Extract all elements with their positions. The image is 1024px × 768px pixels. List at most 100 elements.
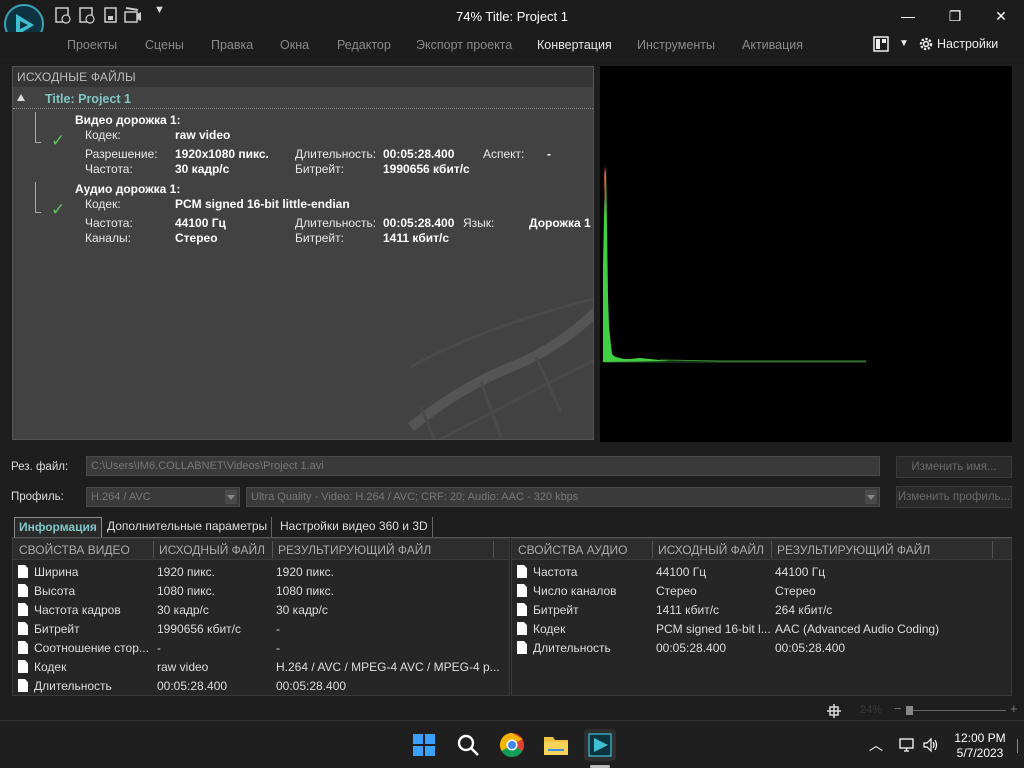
document-icon	[18, 584, 28, 597]
change-profile-button[interactable]: Изменить профиль...	[896, 486, 1012, 508]
video-framerate-value: 30 кадр/с	[175, 162, 230, 176]
property-name: Кодек	[34, 660, 67, 674]
column-separator[interactable]	[771, 541, 772, 558]
audio-track-check-icon[interactable]: ✓	[51, 200, 65, 220]
property-name: Ширина	[34, 565, 79, 579]
audio-bitrate-label: Битрейт:	[295, 231, 344, 245]
settings-label: Настройки	[937, 37, 999, 51]
minimize-button[interactable]: —	[888, 4, 928, 28]
taskbar: ︿ 12:00 PM 5/7/2023	[0, 720, 1024, 768]
tab-360-3d-settings[interactable]: Настройки видео 360 и 3D	[276, 517, 433, 537]
zoom-out-icon[interactable]: −	[894, 701, 902, 716]
table-row[interactable]: Число каналов Стерео Стерео	[512, 581, 1011, 600]
column-header[interactable]: ИСХОДНЫЙ ФАЙЛ	[658, 543, 764, 557]
zoom-slider-thumb[interactable]	[906, 706, 913, 715]
table-row[interactable]: Длительность 00:05:28.400 00:05:28.400	[13, 676, 509, 695]
property-name: Частота	[533, 565, 578, 579]
zoom-slider-track[interactable]	[906, 710, 1006, 711]
profile-preset-select[interactable]: Ultra Quality - Video: H.264 / AVC; CRF:…	[246, 487, 880, 507]
column-header[interactable]: РЕЗУЛЬТИРУЮЩИЙ ФАЙЛ	[278, 543, 431, 557]
menu-conversion[interactable]: Конвертация	[537, 38, 612, 52]
tab-information[interactable]: Информация	[14, 517, 102, 537]
column-separator[interactable]	[272, 541, 273, 558]
source-value: raw video	[157, 660, 209, 674]
column-separator[interactable]	[493, 541, 494, 558]
table-row[interactable]: Кодек PCM signed 16-bit l... AAC (Advanced…	[512, 619, 1011, 638]
table-row[interactable]: Ширина 1920 пикс. 1920 пикс.	[13, 562, 509, 581]
audio-codec-label: Кодек:	[85, 197, 121, 211]
document-icon	[18, 622, 28, 635]
document-icon	[517, 622, 527, 635]
video-editor-taskbar-icon[interactable]	[584, 729, 616, 761]
layout-dropdown-icon[interactable]: ▼	[899, 38, 909, 49]
fit-to-window-icon[interactable]	[826, 703, 842, 719]
property-name: Число каналов	[533, 584, 617, 598]
table-row[interactable]: Высота 1080 пикс. 1080 пикс.	[13, 581, 509, 600]
table-header: СВОЙСТВА ВИДЕО ИСХОДНЫЙ ФАЙЛ РЕЗУЛЬТИРУЮ…	[13, 539, 509, 560]
system-clock[interactable]: 12:00 PM 5/7/2023	[948, 731, 1012, 761]
show-desktop-divider	[1017, 739, 1018, 753]
result-value: H.264 / AVC / MPEG-4 AVC / MPEG-4 p...	[276, 660, 500, 674]
menu-export-project[interactable]: Экспорт проекта	[416, 38, 512, 52]
rename-button[interactable]: Изменить имя...	[896, 456, 1012, 478]
tree-line	[35, 182, 36, 212]
chevron-up-icon[interactable]: ︿	[869, 735, 883, 755]
document-icon	[517, 584, 527, 597]
column-separator[interactable]	[992, 541, 993, 558]
table-row[interactable]: Кодек raw video H.264 / AVC / MPEG-4 AVC /…	[13, 657, 509, 676]
table-row[interactable]: Частота 44100 Гц 44100 Гц	[512, 562, 1011, 581]
video-bitrate-label: Битрейт:	[295, 162, 344, 176]
profile-preset-value: Ultra Quality - Video: H.264 / AVC; CRF:…	[251, 491, 579, 503]
table-row[interactable]: Частота кадров 30 кадр/с 30 кадр/с	[13, 600, 509, 619]
menu-editor[interactable]: Редактор	[337, 38, 391, 52]
tab-advanced-parameters[interactable]: Дополнительные параметры	[103, 517, 273, 537]
profile-label: Профиль:	[11, 491, 64, 503]
volume-icon[interactable]	[922, 736, 940, 757]
document-icon	[18, 660, 28, 673]
column-separator[interactable]	[153, 541, 154, 558]
output-file-path-field[interactable]: C:\Users\IM6.COLLABNET\Videos\Project 1.…	[86, 456, 880, 476]
result-value: -	[276, 641, 280, 655]
project-tree-row[interactable]: Title: Project 1	[13, 89, 593, 109]
document-icon	[517, 603, 527, 616]
search-icon[interactable]	[452, 729, 484, 761]
audio-duration-label: Длительность:	[295, 216, 377, 230]
menu-tools[interactable]: Инструменты	[637, 38, 715, 52]
table-row[interactable]: Битрейт 1990656 кбит/с -	[13, 619, 509, 638]
menu-projects[interactable]: Проекты	[67, 38, 117, 52]
network-icon[interactable]	[898, 736, 916, 757]
result-value: 264 кбит/с	[775, 603, 833, 617]
window-title: 74% Title: Project 1	[456, 9, 568, 24]
windows-start-icon[interactable]	[408, 729, 440, 761]
column-header[interactable]: ИСХОДНЫЙ ФАЙЛ	[159, 543, 265, 557]
menu-scenes[interactable]: Сцены	[145, 38, 184, 52]
audio-lang-value: Дорожка 1	[529, 216, 591, 230]
table-row[interactable]: Длительность 00:05:28.400 00:05:28.400	[512, 638, 1011, 657]
video-bitrate-value: 1990656 кбит/с	[383, 162, 470, 176]
source-value: 1990656 кбит/с	[157, 622, 241, 636]
column-header[interactable]: СВОЙСТВА АУДИО	[518, 543, 627, 557]
menu-edit[interactable]: Правка	[211, 38, 253, 52]
collapse-triangle-icon[interactable]	[17, 94, 25, 101]
table-row[interactable]: Битрейт 1411 кбит/с 264 кбит/с	[512, 600, 1011, 619]
chrome-icon[interactable]	[496, 729, 528, 761]
column-header[interactable]: СВОЙСТВА ВИДЕО	[19, 543, 130, 557]
close-button[interactable]: ✕	[981, 4, 1021, 28]
show-desktop-button[interactable]	[1014, 725, 1022, 765]
chevron-down-icon[interactable]	[225, 490, 237, 504]
result-value: 1920 пикс.	[276, 565, 334, 579]
video-track-check-icon[interactable]: ✓	[51, 131, 65, 151]
maximize-button[interactable]: ❐	[935, 4, 975, 28]
column-separator[interactable]	[652, 541, 653, 558]
chevron-down-icon[interactable]	[865, 490, 877, 504]
layout-icon[interactable]	[873, 36, 889, 52]
table-row[interactable]: Соотношение стор... - -	[13, 638, 509, 657]
settings-button[interactable]: Настройки	[918, 36, 998, 52]
menu-activation[interactable]: Активация	[742, 38, 803, 52]
menu-windows[interactable]: Окна	[280, 38, 309, 52]
column-header[interactable]: РЕЗУЛЬТИРУЮЩИЙ ФАЙЛ	[777, 543, 930, 557]
document-icon	[18, 641, 28, 654]
file-explorer-icon[interactable]	[540, 729, 572, 761]
profile-format-select[interactable]: H.264 / AVC	[86, 487, 240, 507]
zoom-in-icon[interactable]: +	[1010, 701, 1018, 716]
